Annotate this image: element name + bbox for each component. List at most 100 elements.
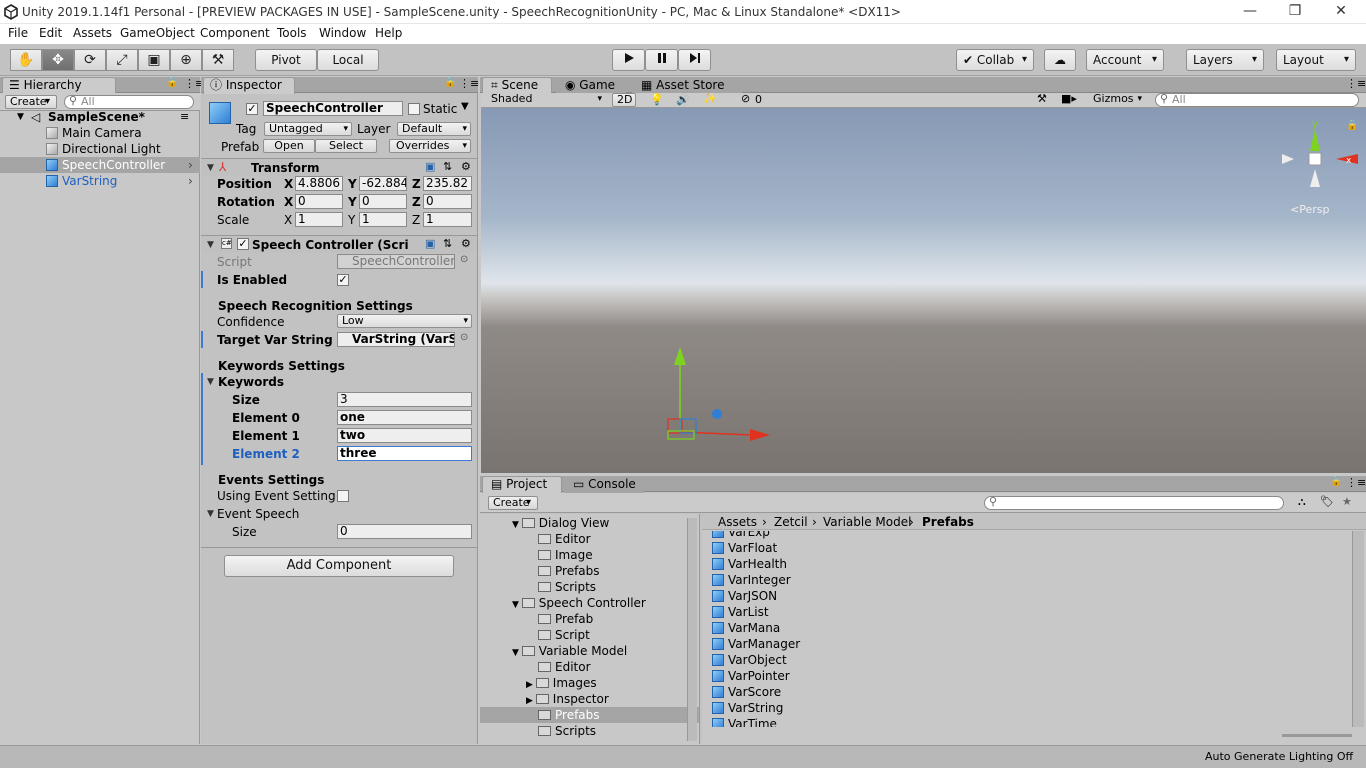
asset-item[interactable]: VarObject [712,652,787,668]
audio-toggle-icon[interactable]: 🔊 [676,93,690,106]
speech-controller-header[interactable]: ▼ c# ✓ Speech Controller (Scri ▣ ⇅ ⚙ [201,235,477,253]
lighting-toggle-icon[interactable]: 💡 [650,93,664,106]
tab-hierarchy[interactable]: ☰ Hierarchy [2,77,116,94]
breadcrumb-item[interactable]: Variable Model [823,515,911,529]
menu-edit[interactable]: Edit [39,26,62,40]
tree-folder[interactable]: ▶ Images [480,675,597,691]
tree-folder-selected[interactable]: Prefabs [480,707,699,723]
hierarchy-item-main-camera[interactable]: Main Camera [0,125,200,141]
menu-window[interactable]: Window [319,26,366,40]
panel-menu-icon[interactable]: ⋮≡ [459,77,479,90]
project-search-input[interactable] [984,496,1284,510]
chevron-right-icon[interactable]: › [188,173,193,189]
panel-menu-icon[interactable]: ⋮≡ [1346,476,1366,489]
element-1-field[interactable]: two [337,428,472,443]
filter-type-icon[interactable]: ⛬ [1298,495,1306,509]
object-picker-icon[interactable]: ⊙ [460,332,468,343]
asset-list-scrollbar[interactable] [1352,531,1364,727]
menu-gameobject[interactable]: GameObject [120,26,195,40]
project-create-button[interactable]: Create [488,496,538,510]
tree-folder[interactable]: ▼ Speech Controller [480,595,646,611]
icon-size-slider[interactable] [1282,734,1352,737]
preset-icon[interactable]: ⇅ [443,160,452,173]
transform-tool-icon[interactable]: ⊕ [170,49,202,71]
tab-inspector[interactable]: ⓘ Inspector [203,77,295,94]
asset-item[interactable]: VarInteger [712,572,791,588]
move-tool-icon[interactable]: ✥ [42,49,74,71]
asset-item[interactable]: VarPointer [712,668,790,684]
menu-help[interactable]: Help [375,26,402,40]
account-dropdown[interactable]: Account [1086,49,1164,71]
tree-folder[interactable]: ▶ Inspector [480,691,609,707]
scale-y-field[interactable]: 1 [359,212,407,227]
position-z-field[interactable]: 235.82 [423,176,472,191]
menu-tools[interactable]: Tools [277,26,307,40]
breadcrumb-item[interactable]: Assets [718,515,757,529]
scale-z-field[interactable]: 1 [423,212,472,227]
target-var-string-field[interactable]: VarString (VarS [337,332,455,347]
asset-item[interactable]: VarManager [712,636,800,652]
keywords-size-field[interactable]: 3 [337,392,472,407]
is-enabled-checkbox[interactable]: ✓ [337,274,349,286]
tree-folder[interactable]: Image [480,547,593,563]
component-enabled-checkbox[interactable]: ✓ [237,238,249,250]
scale-x-field[interactable]: 1 [295,212,343,227]
camera-icon[interactable]: ■▸ [1061,92,1077,105]
hidden-objects-icon[interactable]: ⊘ [741,92,750,105]
preset-icon[interactable]: ⇅ [443,237,452,250]
gear-icon[interactable]: ⚙ [461,160,471,173]
shading-dropdown[interactable]: Shaded [487,93,605,107]
hand-tool-icon[interactable]: ✋ [10,49,42,71]
element-0-field[interactable]: one [337,410,472,425]
static-dropdown-icon[interactable]: ▼ [461,101,469,112]
tree-folder[interactable]: Editor [480,659,591,675]
tools-icon[interactable]: ⚒ [1037,92,1047,105]
tab-console[interactable]: ▭ Console [564,476,644,493]
asset-item[interactable]: VarJSON [712,588,777,604]
object-name-input[interactable]: SpeechController [263,101,403,116]
help-icon[interactable]: ▣ [425,237,435,250]
foldout-arrow-icon[interactable]: ▼ [207,163,214,173]
chevron-right-icon[interactable]: › [188,157,193,173]
collab-dropdown[interactable]: ✔ Collab [956,49,1034,71]
lock-icon[interactable]: 🔒 [1346,120,1358,131]
layout-dropdown[interactable]: Layout [1276,49,1356,71]
menu-assets[interactable]: Assets [73,26,112,40]
panel-menu-icon[interactable]: ⋮≡ [1346,77,1366,90]
rotate-tool-icon[interactable]: ⟳ [74,49,106,71]
pivot-button[interactable]: Pivot [255,49,317,71]
rotation-z-field[interactable]: 0 [423,194,472,209]
prefab-overrides-dropdown[interactable]: Overrides [389,139,471,153]
lock-icon[interactable]: 🔒 [444,77,456,88]
maximize-button[interactable]: ❐ [1285,2,1305,20]
transform-header[interactable]: ▼ ⅄ Transform ▣ ⇅ ⚙ [201,158,477,176]
lock-icon[interactable]: 🔒 [1330,476,1342,487]
position-y-field[interactable]: -62.884 [359,176,407,191]
gizmos-dropdown[interactable]: Gizmos [1089,93,1145,107]
menu-component[interactable]: Component [200,26,270,40]
filter-label-icon[interactable]: 🏷 [1320,495,1334,508]
active-checkbox[interactable]: ✓ [246,103,258,115]
effects-toggle-icon[interactable]: ✨ [703,92,717,105]
hierarchy-search-input[interactable]: All [64,95,194,109]
play-button[interactable] [612,49,645,71]
move-gizmo-icon[interactable] [660,337,770,447]
tree-folder[interactable]: Script [480,627,590,643]
tree-folder[interactable]: Prefab [480,611,593,627]
tree-folder[interactable]: ▼ Variable Model [480,643,627,659]
layer-dropdown[interactable]: Default [397,122,471,136]
local-button[interactable]: Local [317,49,379,71]
rect-tool-icon[interactable]: ▣ [138,49,170,71]
tag-dropdown[interactable]: Untagged [264,122,352,136]
hierarchy-item-directional-light[interactable]: Directional Light [0,141,200,157]
expand-arrow-icon[interactable]: ▼ [17,109,24,125]
breadcrumb-current[interactable]: Prefabs [922,515,974,529]
tab-project[interactable]: ▤ Project [482,476,562,493]
element-2-field[interactable]: three [337,446,472,461]
tree-folder[interactable]: Scripts [480,723,596,739]
minimize-button[interactable]: — [1240,2,1260,20]
tree-folder[interactable]: Prefabs [480,563,600,579]
scene-menu-icon[interactable]: ≡ [180,109,189,125]
scene-search-input[interactable]: All [1155,93,1359,107]
2d-toggle[interactable]: 2D [612,93,636,107]
